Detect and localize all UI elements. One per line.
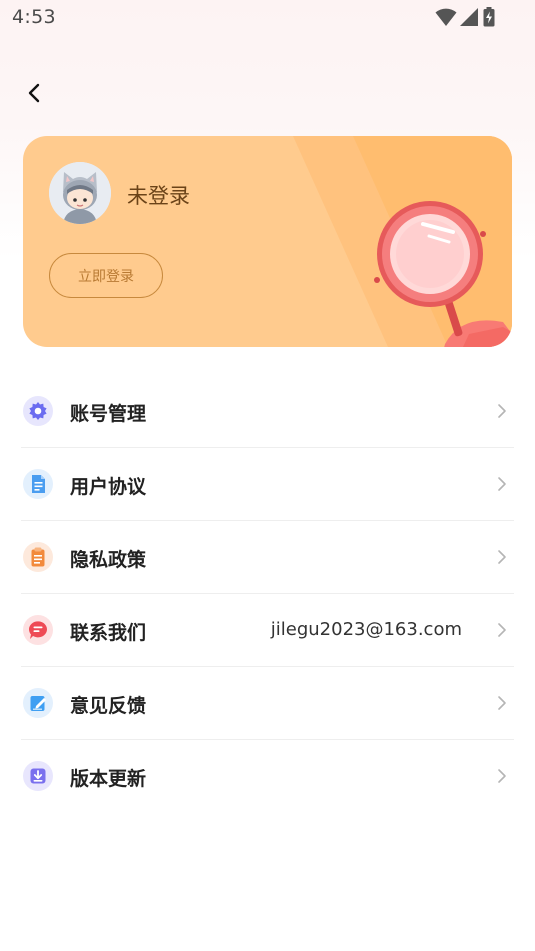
settings-menu: 账号管理 用户协议 隐私政策 联系我们 jilegu2023@163.com 意… <box>21 375 514 813</box>
chevron-right-icon <box>498 550 506 564</box>
login-button[interactable]: 立即登录 <box>49 253 163 298</box>
chevron-right-icon <box>498 696 506 710</box>
menu-item-account-management[interactable]: 账号管理 <box>21 375 514 448</box>
menu-item-label: 用户协议 <box>70 476 147 498</box>
gear-icon <box>23 396 53 426</box>
status-time: 4:53 <box>12 6 56 28</box>
chevron-right-icon <box>498 404 506 418</box>
chevron-right-icon <box>498 477 506 491</box>
clipboard-icon <box>23 542 53 572</box>
profile-card: 未登录 立即登录 <box>23 136 512 347</box>
menu-item-label: 联系我们 <box>70 622 147 644</box>
document-icon <box>23 469 53 499</box>
avatar[interactable] <box>49 162 111 224</box>
back-button[interactable] <box>20 78 50 108</box>
menu-item-label: 意见反馈 <box>70 695 147 717</box>
status-icons <box>435 7 495 29</box>
username: 未登录 <box>127 184 190 208</box>
menu-item-version-update[interactable]: 版本更新 <box>21 740 514 813</box>
download-icon <box>23 761 53 791</box>
chevron-left-icon <box>28 83 40 103</box>
cat-hood-avatar-icon <box>49 162 111 224</box>
magnifier-mirror-icon <box>374 201 512 347</box>
menu-item-label: 版本更新 <box>70 768 147 790</box>
menu-item-privacy-policy[interactable]: 隐私政策 <box>21 521 514 594</box>
status-bar: 4:53 <box>0 0 535 36</box>
chat-bubble-icon <box>23 615 53 645</box>
menu-item-label: 账号管理 <box>70 403 147 425</box>
menu-item-label: 隐私政策 <box>70 549 147 571</box>
menu-item-user-agreement[interactable]: 用户协议 <box>21 448 514 521</box>
chevron-right-icon <box>498 769 506 783</box>
menu-item-feedback[interactable]: 意见反馈 <box>21 667 514 740</box>
battery-charging-icon <box>483 7 495 27</box>
menu-item-contact-us[interactable]: 联系我们 jilegu2023@163.com <box>21 594 514 667</box>
edit-icon <box>23 688 53 718</box>
chevron-right-icon <box>498 623 506 637</box>
contact-email: jilegu2023@163.com <box>270 619 462 640</box>
cellular-signal-icon <box>460 8 478 26</box>
wifi-icon <box>435 8 457 26</box>
